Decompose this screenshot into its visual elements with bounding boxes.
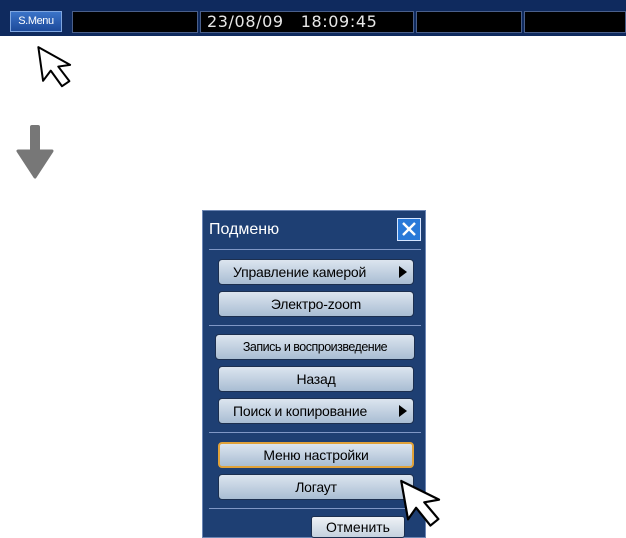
record-playback-button[interactable]: Запись и воспроизведение <box>215 334 415 360</box>
close-icon <box>402 222 416 236</box>
arrow-down-icon <box>16 125 54 179</box>
submenu-arrow-icon <box>399 266 407 278</box>
status-field <box>72 11 198 33</box>
button-label: Электро-zoom <box>270 296 362 312</box>
divider <box>209 249 421 250</box>
status-field <box>524 11 626 33</box>
s-menu-button[interactable]: S.Menu <box>10 11 62 32</box>
submenu-title: Подменю <box>209 221 280 238</box>
button-label: Запись и воспроизведение <box>242 340 388 354</box>
button-label: Логаут <box>295 479 337 495</box>
status-field <box>416 11 522 33</box>
close-button[interactable] <box>397 218 421 241</box>
logout-button[interactable]: Логаут <box>218 474 414 500</box>
back-button[interactable]: Назад <box>218 366 414 392</box>
mouse-pointer-icon <box>400 479 441 527</box>
setup-menu-button[interactable]: Меню настройки <box>218 442 414 468</box>
button-label: Меню настройки <box>263 447 369 463</box>
cancel-button[interactable]: Отменить <box>311 516 405 538</box>
divider <box>209 508 421 509</box>
button-label: Управление камерой <box>233 264 367 280</box>
divider <box>209 432 421 433</box>
status-bar: S.Menu 23/08/09 18:09:45 <box>0 0 626 36</box>
button-label: Назад <box>296 371 336 387</box>
e-zoom-button[interactable]: Электро-zoom <box>218 291 414 317</box>
camera-control-button[interactable]: Управление камерой <box>218 259 414 285</box>
mouse-pointer-icon <box>37 46 72 88</box>
button-label: Поиск и копирование <box>233 403 368 419</box>
search-copy-button[interactable]: Поиск и копирование <box>218 398 414 424</box>
submenu-arrow-icon <box>399 405 407 417</box>
date-time-display: 23/08/09 18:09:45 <box>200 11 414 33</box>
divider <box>209 325 421 326</box>
submenu-panel: Подменю Управление камерой Электро-zoom … <box>202 210 426 538</box>
